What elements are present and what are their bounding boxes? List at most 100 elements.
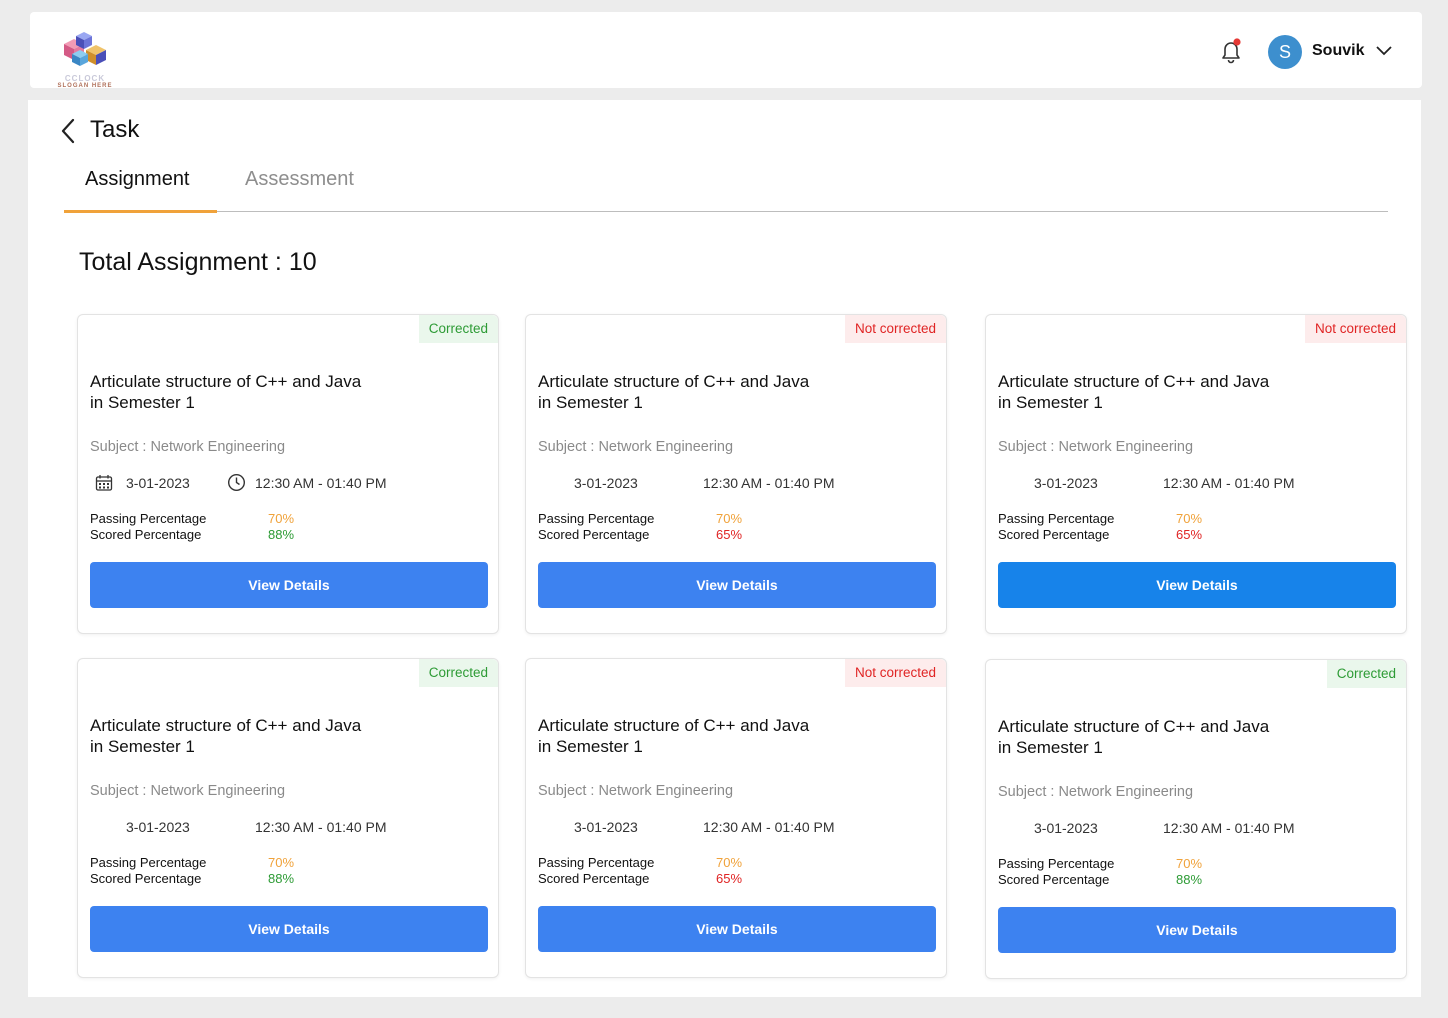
scored-percentage-label: Scored Percentage: [538, 527, 650, 542]
back-chevron-left-icon[interactable]: [58, 116, 78, 146]
status-badge: Corrected: [418, 315, 498, 343]
card-title-line: in Semester 1: [90, 393, 195, 412]
card-percentages: Passing Percentage 70% Scored Percentage 8…: [998, 856, 1298, 888]
card-title-line: Articulate structure of C++ and Java: [90, 372, 362, 391]
passing-percentage-value: 70%: [1176, 856, 1203, 871]
logo-cubes-icon: [64, 32, 106, 66]
status-badge: Not corrected: [844, 315, 946, 343]
logo-name: CCLOCK: [64, 74, 106, 83]
calendar-icon: [95, 474, 113, 492]
passing-percentage-value: 70%: [716, 511, 743, 526]
view-details-button[interactable]: View Details: [90, 906, 488, 952]
scored-percentage-value: 65%: [716, 527, 743, 542]
card-title-line: Articulate structure of C++ and Java: [998, 717, 1270, 736]
logo-slogan: SLOGAN HERE: [57, 83, 113, 89]
card-title: Articulate structure of C++ and Java in …: [998, 371, 1328, 413]
scored-percentage-value: 88%: [268, 527, 295, 542]
card-time: 12:30 AM - 01:40 PM: [703, 475, 835, 491]
card-subject: Subject : Network Engineering: [998, 784, 1194, 800]
assignment-card: Corrected Articulate structure of C++ an…: [77, 314, 499, 634]
scored-percentage-value: 88%: [1176, 872, 1203, 887]
card-subject: Subject : Network Engineering: [538, 439, 734, 455]
card-time: 12:30 AM - 01:40 PM: [1163, 475, 1295, 491]
card-title: Articulate structure of C++ and Java in …: [998, 716, 1328, 758]
card-schedule: 3-01-2023 12:30 AM - 01:40 PM: [90, 817, 490, 837]
scored-percentage-label: Scored Percentage: [538, 871, 650, 886]
user-avatar[interactable]: S: [1268, 35, 1302, 69]
view-details-button[interactable]: View Details: [538, 562, 936, 608]
card-date: 3-01-2023: [574, 475, 638, 491]
card-time: 12:30 AM - 01:40 PM: [1163, 820, 1295, 836]
card-schedule: 3-01-2023 12:30 AM - 01:40 PM: [538, 817, 938, 837]
passing-percentage-label: Passing Percentage: [538, 511, 655, 526]
card-time: 12:30 AM - 01:40 PM: [703, 819, 835, 835]
card-subject: Subject : Network Engineering: [538, 783, 734, 799]
view-details-button[interactable]: View Details: [998, 562, 1396, 608]
card-subject: Subject : Network Engineering: [90, 783, 286, 799]
card-title: Articulate structure of C++ and Java in …: [90, 371, 420, 413]
chevron-down-icon[interactable]: [1374, 42, 1394, 58]
assignment-card: Not corrected Articulate structure of C+…: [985, 314, 1407, 634]
passing-percentage-label: Passing Percentage: [998, 856, 1115, 871]
tab-assessment[interactable]: Assessment: [245, 168, 354, 191]
assignment-card: Not corrected Articulate structure of C+…: [525, 658, 947, 978]
passing-percentage-label: Passing Percentage: [538, 855, 655, 870]
card-title-line: in Semester 1: [998, 393, 1103, 412]
user-name[interactable]: Souvik: [1312, 42, 1364, 60]
card-title-line: in Semester 1: [998, 738, 1103, 757]
card-title-line: in Semester 1: [538, 737, 643, 756]
card-schedule: 3-01-2023 12:30 AM - 01:40 PM: [90, 473, 490, 493]
brand-logo[interactable]: CCLOCK SLOGAN HERE: [50, 24, 120, 89]
card-time: 12:30 AM - 01:40 PM: [255, 475, 387, 491]
passing-percentage-value: 70%: [716, 855, 743, 870]
card-title-line: Articulate structure of C++ and Java: [90, 716, 362, 735]
scored-percentage-value: 65%: [1176, 527, 1203, 542]
view-details-button[interactable]: View Details: [998, 907, 1396, 953]
card-date: 3-01-2023: [574, 819, 638, 835]
card-subject: Subject : Network Engineering: [998, 439, 1194, 455]
card-percentages: Passing Percentage 70% Scored Percentage 6…: [538, 511, 838, 543]
passing-percentage-label: Passing Percentage: [90, 855, 207, 870]
card-title-line: in Semester 1: [90, 737, 195, 756]
card-title: Articulate structure of C++ and Java in …: [538, 715, 868, 757]
card-percentages: Passing Percentage 70% Scored Percentage 6…: [998, 511, 1298, 543]
passing-percentage-value: 70%: [1176, 511, 1203, 526]
card-title-line: in Semester 1: [538, 393, 643, 412]
page-title: Task: [90, 116, 140, 143]
main-panel: Task Assignment Assessment Total Assignm…: [28, 100, 1421, 997]
status-badge: Not corrected: [1304, 315, 1406, 343]
logo-text: CCLOCK SLOGAN HERE: [50, 74, 120, 89]
assignment-card: Corrected Articulate structure of C++ an…: [77, 658, 499, 978]
top-header: CCLOCK SLOGAN HERE S Souvik: [30, 12, 1422, 89]
card-schedule: 3-01-2023 12:30 AM - 01:40 PM: [538, 473, 938, 493]
card-percentages: Passing Percentage 70% Scored Percentage 6…: [538, 855, 838, 887]
card-date: 3-01-2023: [1034, 475, 1098, 491]
card-date: 3-01-2023: [126, 819, 190, 835]
total-assignment-count: Total Assignment : 10: [79, 248, 317, 276]
clock-icon: [227, 473, 246, 492]
tab-assignment[interactable]: Assignment: [85, 168, 190, 191]
scored-percentage-label: Scored Percentage: [90, 871, 202, 886]
card-subject: Subject : Network Engineering: [90, 439, 286, 455]
active-tab-indicator: [64, 210, 217, 213]
card-percentages: Passing Percentage 70% Scored Percentage 8…: [90, 855, 390, 887]
passing-percentage-label: Passing Percentage: [90, 511, 207, 526]
notification-bell-icon[interactable]: [1218, 37, 1244, 65]
view-details-button[interactable]: View Details: [538, 906, 936, 952]
view-details-button[interactable]: View Details: [90, 562, 488, 608]
assignment-card: Not corrected Articulate structure of C+…: [525, 314, 947, 634]
card-time: 12:30 AM - 01:40 PM: [255, 819, 387, 835]
card-title: Articulate structure of C++ and Java in …: [538, 371, 868, 413]
scored-percentage-value: 88%: [268, 871, 295, 886]
card-percentages: Passing Percentage 70% Scored Percentage 8…: [90, 511, 390, 543]
card-title: Articulate structure of C++ and Java in …: [90, 715, 420, 757]
status-badge: Corrected: [418, 659, 498, 687]
status-badge: Corrected: [1326, 660, 1406, 688]
card-date: 3-01-2023: [126, 475, 190, 491]
scored-percentage-value: 65%: [716, 871, 743, 886]
scored-percentage-label: Scored Percentage: [998, 527, 1110, 542]
card-title-line: Articulate structure of C++ and Java: [998, 372, 1270, 391]
scored-percentage-label: Scored Percentage: [998, 872, 1110, 887]
assignment-card: Corrected Articulate structure of C++ an…: [985, 659, 1407, 979]
card-date: 3-01-2023: [1034, 820, 1098, 836]
